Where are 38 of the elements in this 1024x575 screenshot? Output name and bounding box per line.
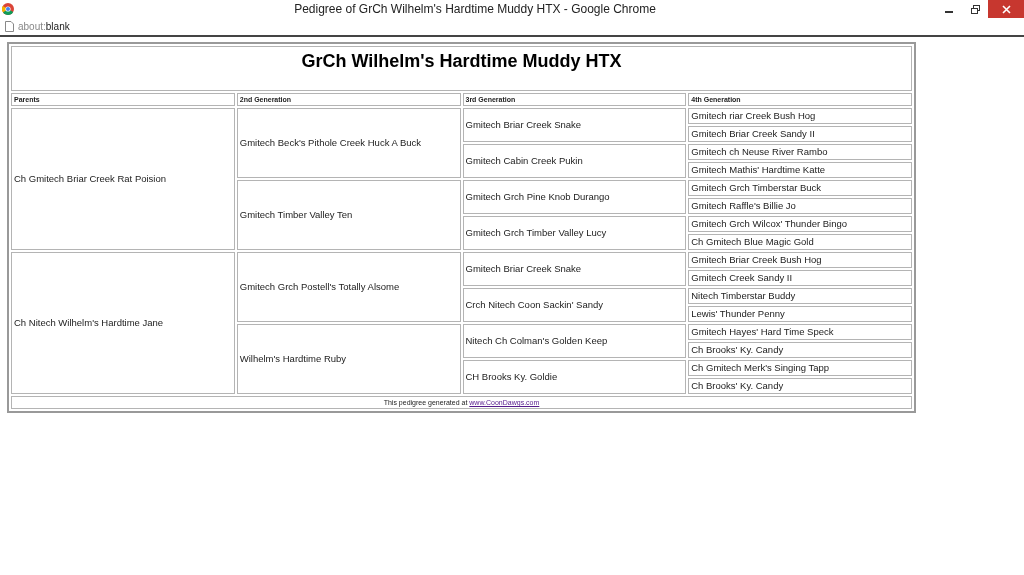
pedigree-title: GrCh Wilhelm's Hardtime Muddy HTX: [11, 46, 912, 91]
dog-name-cell: Gmitech Briar Creek Snake: [462, 252, 687, 286]
dog-name-cell: Gmitech Briar Creek Bush Hog: [688, 252, 912, 268]
close-button[interactable]: [988, 0, 1024, 18]
close-icon: [1001, 4, 1011, 14]
dog-name-cell: Gmitech Cabin Creek Pukin: [462, 144, 687, 178]
dog-name-cell: Gmitech Grch Pine Knob Durango: [462, 180, 687, 214]
dog-name-cell: Ch Gmitech Merk's Singing Tapp: [688, 360, 912, 376]
dog-name-cell: CH Brooks Ky. Goldie: [462, 360, 687, 394]
dog-name-cell: Ch Gmitech Briar Creek Rat Poision: [11, 108, 235, 250]
window-title: Pedigree of GrCh Wilhelm's Hardtime Muddy HTX - Google Chrome: [293, 2, 657, 16]
dog-name-cell: Gmitech Raffle's Billie Jo: [688, 198, 912, 214]
dog-name-cell: Nitech Ch Colman's Golden Keep: [462, 324, 687, 358]
dog-name-cell: Gmitech Grch Timberstar Buck: [688, 180, 912, 196]
dog-name-cell: Gmitech Briar Creek Sandy II: [688, 126, 912, 142]
dog-name-cell: Gmitech Beck's Pithole Creek Huck A Buck: [236, 108, 461, 178]
dog-name-cell: Gmitech Hayes' Hard Time Speck: [688, 324, 912, 340]
dog-name-cell: Gmitech Creek Sandy II: [688, 270, 912, 286]
dog-name-cell: Ch Brooks' Ky. Candy: [688, 378, 912, 394]
dog-name-cell: Ch Brooks' Ky. Candy: [688, 342, 912, 358]
dog-name-cell: Gmitech Grch Timber Valley Lucy: [462, 216, 687, 250]
dog-name-cell: Crch Nitech Coon Sackin' Sandy: [462, 288, 687, 322]
dog-name-cell: Ch Nitech Wilhelm's Hardtime Jane: [11, 252, 235, 394]
page-icon: [5, 21, 14, 32]
dog-name-cell: Nitech Timberstar Buddy: [688, 288, 912, 304]
dog-name-cell: Gmitech Grch Postell's Totally Alsome: [236, 252, 461, 322]
dog-name-cell: Gmitech Mathis' Hardtime Katte: [688, 162, 912, 178]
restore-icon: [970, 4, 980, 14]
dog-name-cell: Gmitech Timber Valley Ten: [236, 180, 461, 250]
dog-name-cell: Lewis' Thunder Penny: [688, 306, 912, 322]
dog-name-cell: Wilhelm's Hardtime Ruby: [236, 324, 461, 394]
browser-logo-icon: [2, 3, 14, 15]
dog-name-cell: Ch Gmitech Blue Magic Gold: [688, 234, 912, 250]
dog-name-cell: Gmitech Grch Wilcox' Thunder Bingo: [688, 216, 912, 232]
dog-name-cell: Gmitech riar Creek Bush Hog: [688, 108, 912, 124]
address-field[interactable]: about:blank: [18, 21, 70, 32]
dog-name-cell: Gmitech ch Neuse River Rambo: [688, 144, 912, 160]
dog-name-cell: Gmitech Briar Creek Snake: [462, 108, 687, 142]
